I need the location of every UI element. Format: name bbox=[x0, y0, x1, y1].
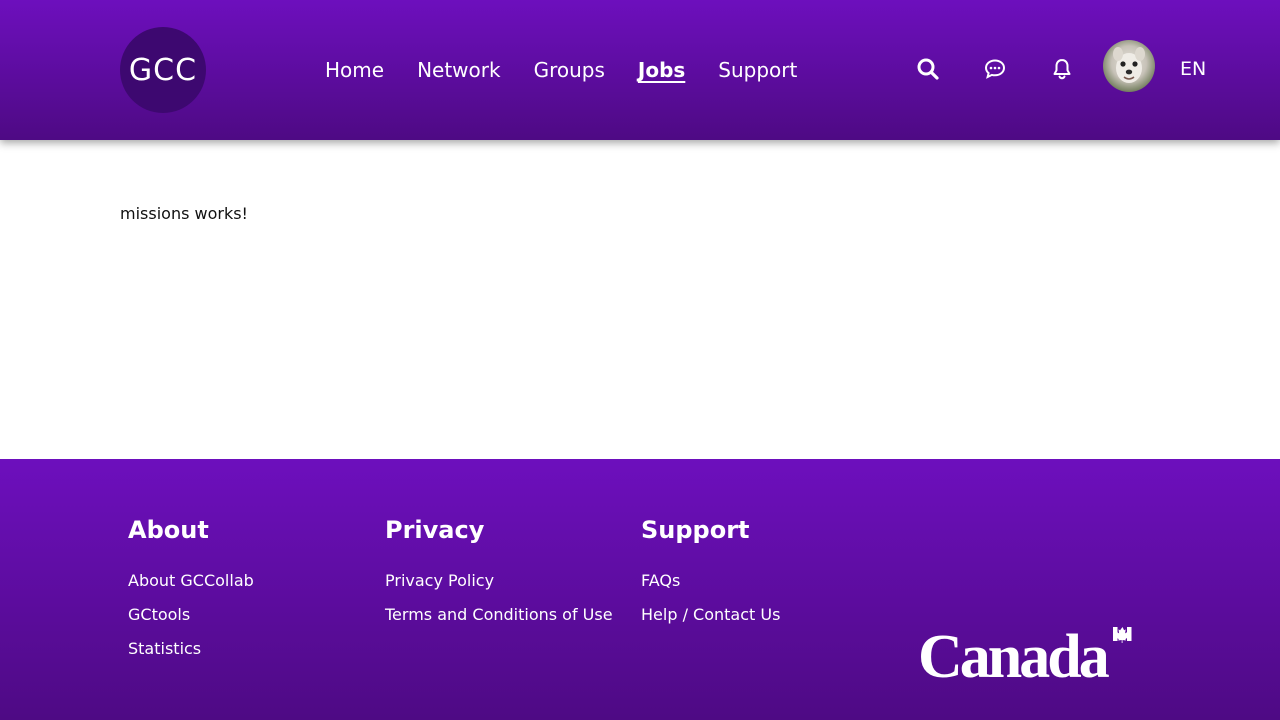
nav-home[interactable]: Home bbox=[325, 56, 384, 84]
page-message: missions works! bbox=[120, 204, 248, 223]
footer-link-about-gccollab[interactable]: About GCCollab bbox=[128, 571, 254, 591]
footer-column-about: About About GCCollab GCtools Statistics bbox=[128, 515, 254, 673]
gcc-logo[interactable]: GCC bbox=[120, 27, 206, 113]
site-header: GCC Home Network Groups Jobs Support EN bbox=[0, 0, 1280, 140]
footer-link-help-contact[interactable]: Help / Contact Us bbox=[641, 605, 780, 625]
footer-heading-privacy: Privacy bbox=[385, 516, 485, 544]
footer-heading-support: Support bbox=[641, 516, 750, 544]
nav-network[interactable]: Network bbox=[417, 56, 501, 84]
footer-link-statistics[interactable]: Statistics bbox=[128, 639, 254, 659]
canada-wordmark-text: Canada bbox=[918, 625, 1110, 683]
footer-link-terms[interactable]: Terms and Conditions of Use bbox=[385, 605, 613, 625]
language-toggle[interactable]: EN bbox=[1180, 58, 1206, 80]
footer-heading-about: About bbox=[128, 516, 209, 544]
canada-wordmark-logo: Canada bbox=[918, 623, 1134, 691]
footer-link-faqs[interactable]: FAQs bbox=[641, 571, 780, 591]
messages-icon[interactable] bbox=[983, 57, 1007, 81]
nav-jobs[interactable]: Jobs bbox=[638, 56, 685, 84]
nav-groups[interactable]: Groups bbox=[534, 56, 605, 84]
site-footer: About About GCCollab GCtools Statistics … bbox=[0, 459, 1280, 720]
notifications-bell-icon[interactable] bbox=[1050, 57, 1074, 81]
main-nav: Home Network Groups Jobs Support bbox=[325, 56, 830, 84]
footer-link-privacy-policy[interactable]: Privacy Policy bbox=[385, 571, 613, 591]
footer-column-support: Support FAQs Help / Contact Us bbox=[641, 515, 780, 639]
search-icon[interactable] bbox=[916, 57, 940, 81]
footer-column-privacy: Privacy Privacy Policy Terms and Conditi… bbox=[385, 515, 613, 639]
logo-text: GCC bbox=[128, 52, 198, 88]
footer-link-gctools[interactable]: GCtools bbox=[128, 605, 254, 625]
nav-support[interactable]: Support bbox=[718, 56, 797, 84]
avatar-image bbox=[1113, 47, 1145, 83]
user-avatar[interactable] bbox=[1103, 40, 1155, 92]
